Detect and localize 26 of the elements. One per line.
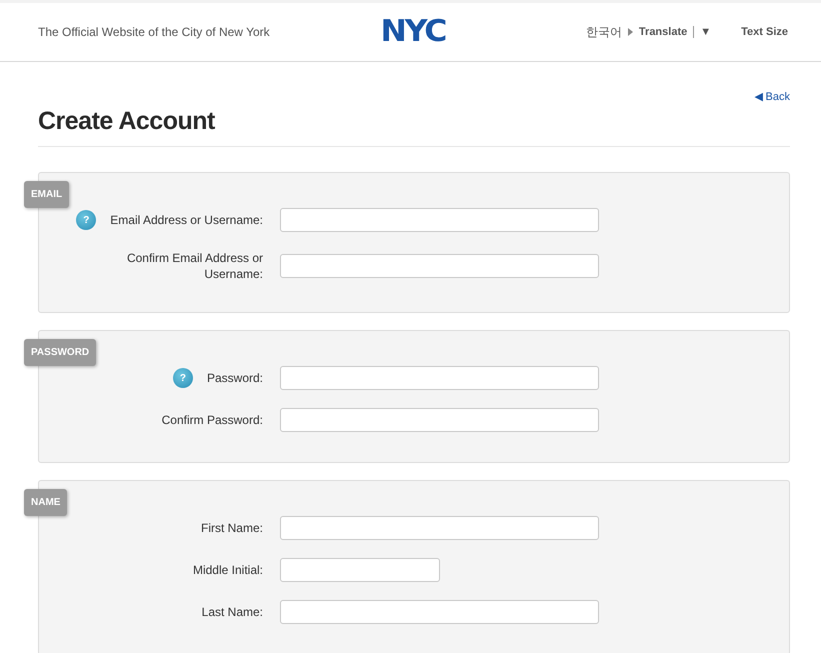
field-label: Middle Initial: xyxy=(192,562,263,578)
input-field[interactable] xyxy=(280,254,599,278)
field-label: Confirm Email Address or Username: xyxy=(126,250,263,282)
text-size-link[interactable]: Text Size xyxy=(741,26,788,38)
input-field[interactable] xyxy=(280,366,599,390)
page-title: Create Account xyxy=(38,107,790,147)
section-badge: NAME xyxy=(24,489,68,516)
language-link[interactable]: 한국어 xyxy=(586,24,622,40)
section-badge: PASSWORD xyxy=(24,339,96,366)
input-field[interactable] xyxy=(280,516,599,540)
field-label: Last Name: xyxy=(202,604,263,620)
section-badge: EMAIL xyxy=(24,181,70,208)
translate-dropdown[interactable]: ▼ xyxy=(700,26,712,38)
site-tagline: The Official Website of the City of New York xyxy=(38,25,271,39)
site-logo[interactable]: NYC xyxy=(380,17,446,47)
back-link[interactable]: ◀ Back xyxy=(754,90,790,103)
field-label: Email Address or Username: xyxy=(110,212,263,228)
input-field[interactable] xyxy=(280,600,599,624)
input-field[interactable] xyxy=(280,208,599,232)
translate-link[interactable]: Translate xyxy=(638,26,688,38)
field-label: First Name: xyxy=(200,520,263,536)
field-label: Confirm Password: xyxy=(162,412,263,428)
field-label: Password: xyxy=(206,370,263,386)
input-field[interactable] xyxy=(280,558,440,582)
input-field[interactable] xyxy=(280,408,599,432)
triangle-icon xyxy=(628,28,633,36)
